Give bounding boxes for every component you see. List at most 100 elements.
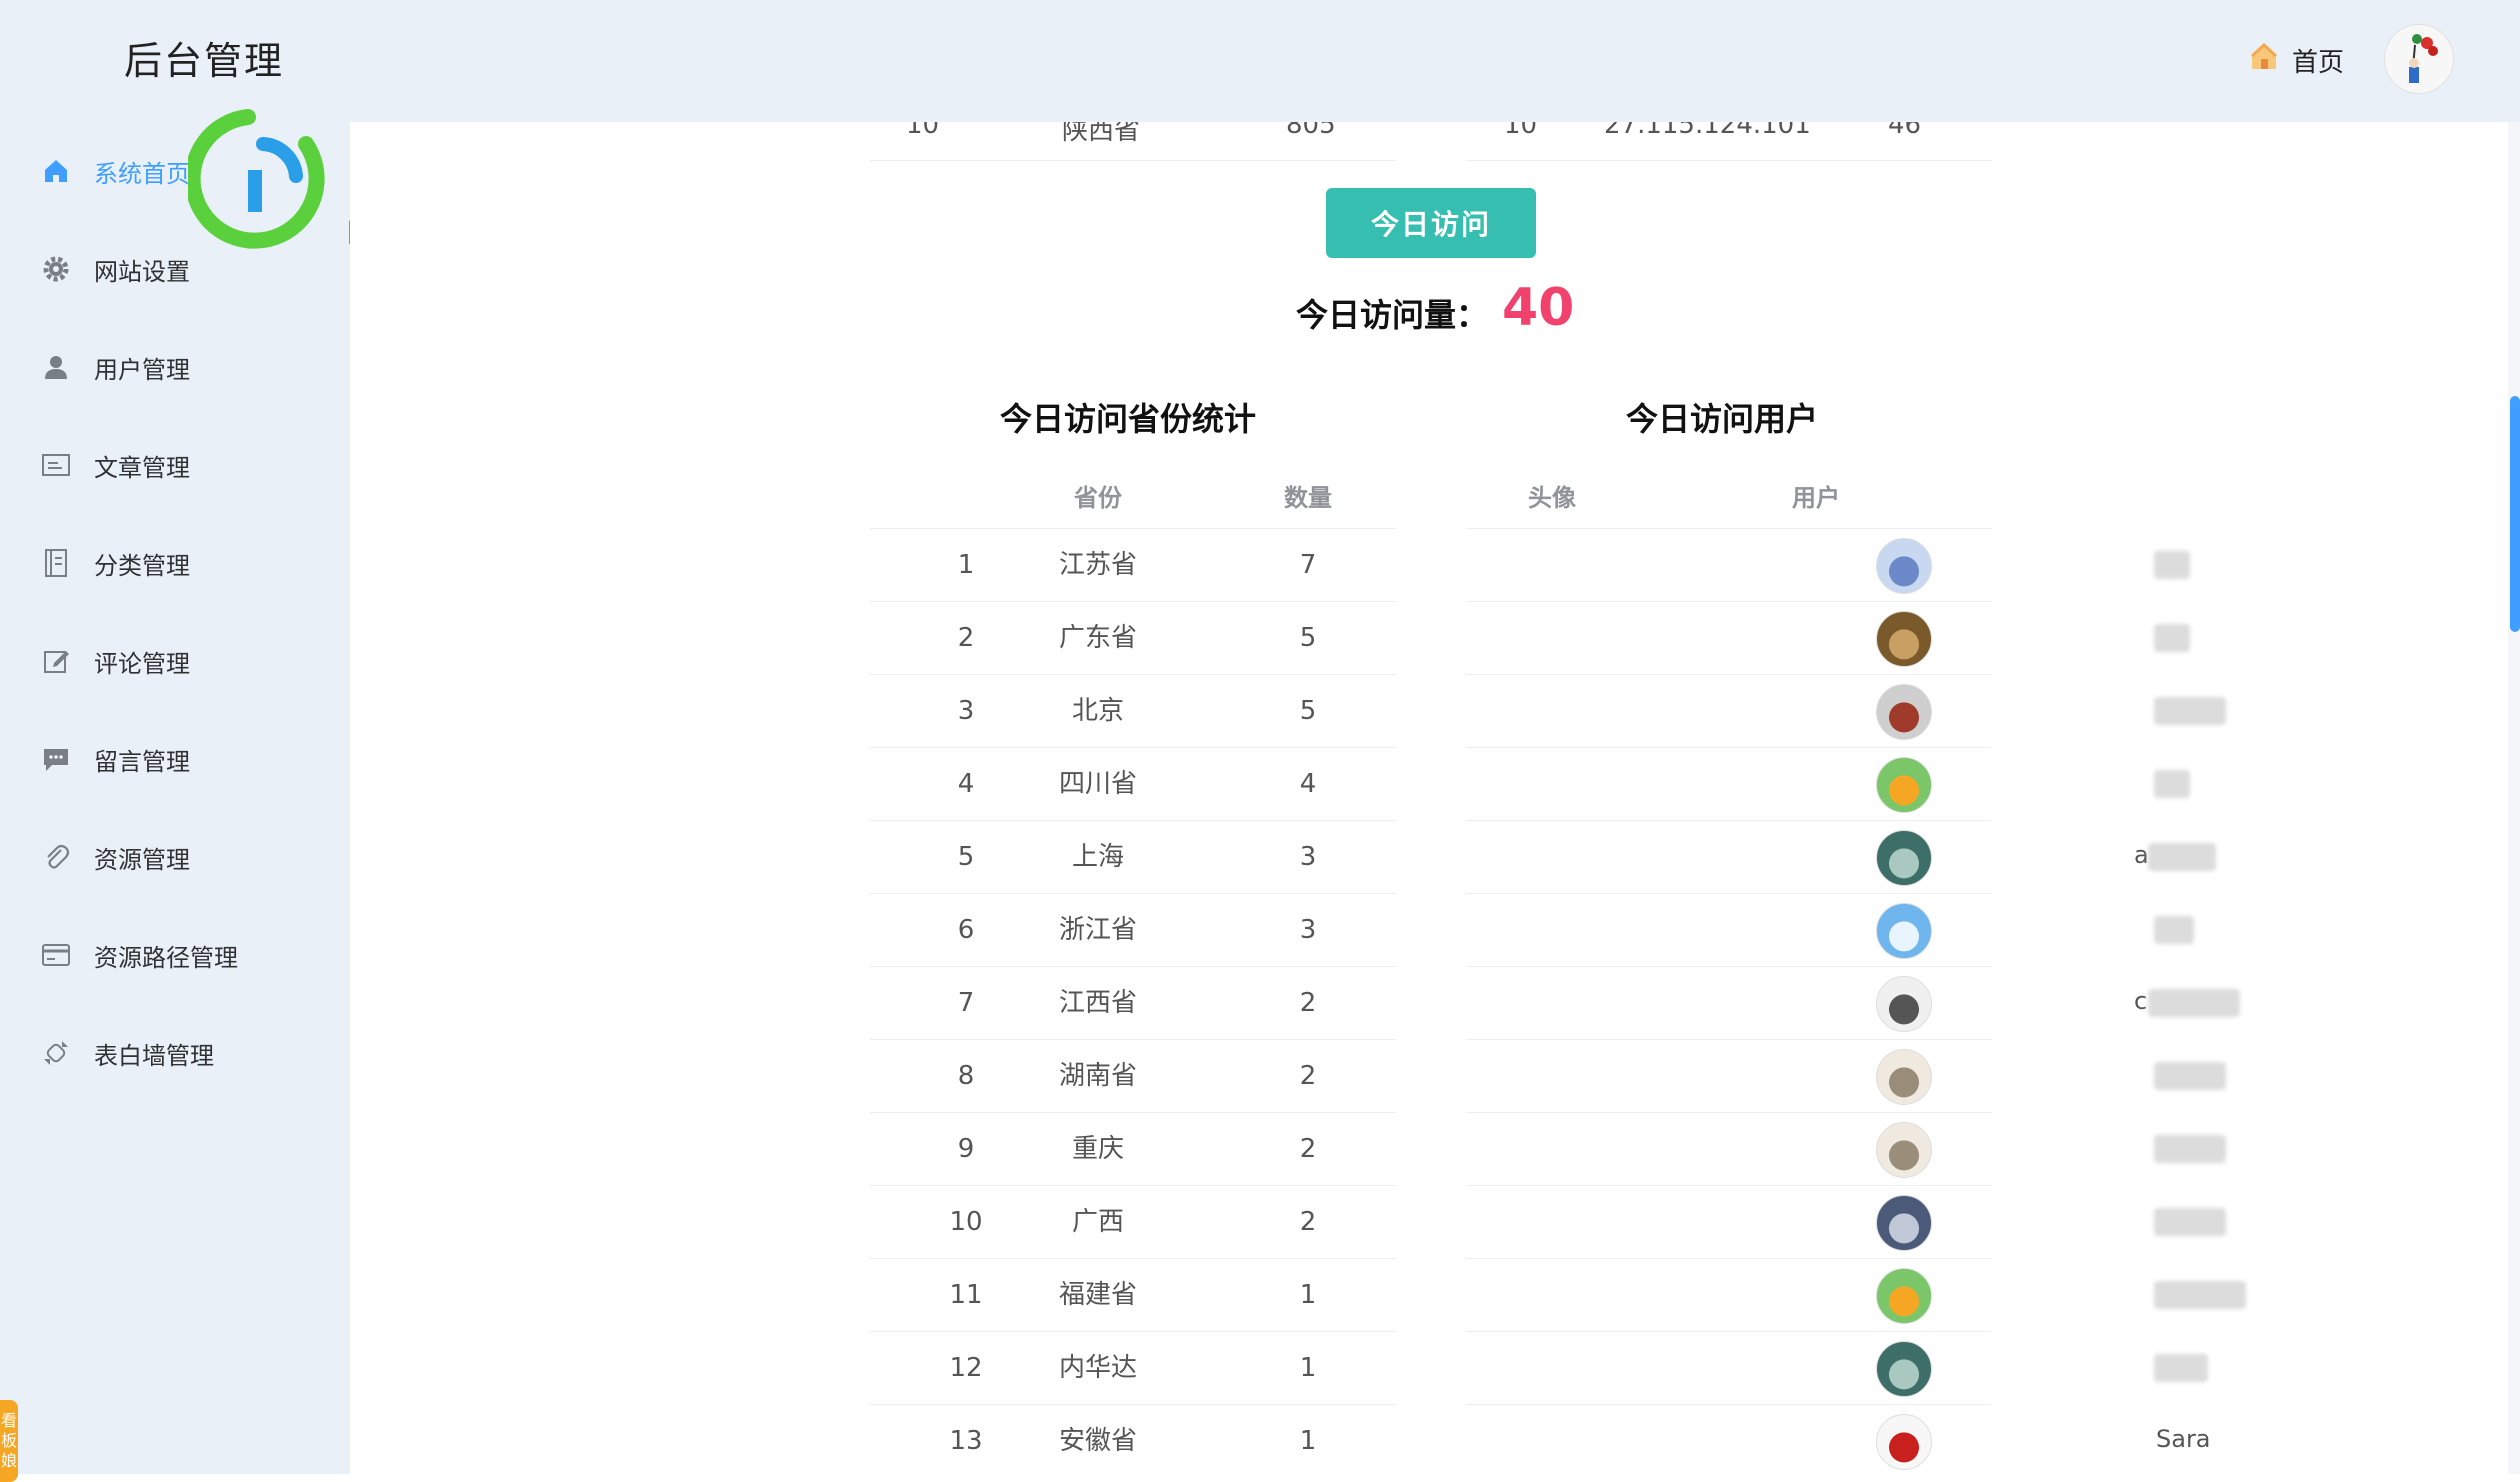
row-province: 安徽省 — [1058, 1426, 1137, 1456]
table-row: 3 北京 5 — [870, 675, 1396, 748]
row-province: 江苏省 — [1058, 550, 1137, 580]
mosaic-blur — [2154, 770, 2190, 798]
sidebar-item-articles[interactable]: 文章管理 — [0, 435, 350, 495]
row-rank: 13 — [949, 1426, 983, 1456]
mosaic-blur — [2154, 916, 2194, 944]
user-avatar-thumb — [1876, 1049, 1932, 1105]
sidebar-item-resources[interactable]: 资源管理 — [0, 827, 350, 887]
prev-row-ip: 27.115.124.101 — [1604, 122, 1811, 140]
prev-row-ip-count: 46 — [1888, 122, 1922, 140]
mosaic-blur — [2154, 1135, 2226, 1163]
table-row: 10 广西 2 — [870, 1186, 1396, 1259]
user-avatar-thumb — [1876, 976, 1932, 1032]
row-count: 2 — [1299, 1134, 1317, 1164]
sidebar: 系统首页 网站设置 用户管理 文章管理 分类管理 评论管理 留言管理 资源管理 … — [0, 122, 350, 1482]
sidebar-item-users[interactable]: 用户管理 — [0, 337, 350, 397]
row-province: 内华达 — [1058, 1353, 1137, 1383]
paperclip-icon — [40, 841, 72, 873]
table-row: 8 湖南省 2 — [870, 1040, 1396, 1113]
sidebar-item-label: 资源路径管理 — [94, 943, 238, 972]
user-avatar-thumb — [1876, 1122, 1932, 1178]
row-count: 5 — [1299, 696, 1317, 726]
mosaic-blur — [2148, 843, 2216, 871]
row-rank: 12 — [949, 1353, 983, 1383]
row-count: 7 — [1299, 550, 1317, 580]
mosaic-blur — [2154, 1281, 2246, 1309]
table-row: 2 广东省 5 — [870, 602, 1396, 675]
article-icon — [40, 449, 72, 481]
mosaic-blur — [2154, 624, 2190, 652]
sidebar-item-label: 留言管理 — [94, 747, 190, 776]
sidebar-item-messages[interactable]: 留言管理 — [0, 729, 350, 789]
table-row: 9 重庆 2 — [870, 1113, 1396, 1186]
live2d-side-tab[interactable]: 看 板 娘 — [0, 1400, 18, 1482]
row-count: 2 — [1299, 1061, 1317, 1091]
row-rank: 6 — [957, 915, 975, 945]
table-row — [1466, 1259, 2246, 1332]
user-avatar-thumb — [1876, 1341, 1932, 1397]
table-row — [1466, 1113, 2226, 1186]
prev-row-rank-right: 10 — [1504, 122, 1538, 140]
table-row: 13 安徽省 1 — [870, 1405, 1396, 1474]
scrollbar-thumb[interactable] — [2510, 396, 2520, 632]
prev-row-rank: 10 — [906, 122, 940, 140]
row-province: 浙江省 — [1058, 915, 1137, 945]
user-avatar-thumb — [1876, 611, 1932, 667]
sidebar-item-site-settings[interactable]: 网站设置 — [0, 239, 350, 299]
sidebar-item-label: 分类管理 — [94, 551, 190, 580]
sidebar-item-categories[interactable]: 分类管理 — [0, 533, 350, 593]
card-icon — [40, 939, 72, 971]
table-row: a — [1466, 821, 2216, 894]
row-province: 广东省 — [1058, 623, 1137, 653]
row-province: 上海 — [1071, 842, 1124, 872]
row-count: 4 — [1299, 769, 1317, 799]
mosaic-blur — [2154, 697, 2226, 725]
row-province: 北京 — [1071, 696, 1124, 726]
user-avatar-thumb — [1876, 757, 1932, 813]
scrollbar-track[interactable] — [2508, 122, 2520, 1474]
row-rank: 11 — [949, 1280, 983, 1310]
sidebar-item-home[interactable]: 系统首页 — [0, 141, 350, 201]
sidebar-item-resource-paths[interactable]: 资源路径管理 — [0, 925, 350, 985]
mosaic-blur — [2154, 1062, 2226, 1090]
top-header: 后台管理 首页 — [0, 0, 2520, 122]
user-avatar-thumb — [1876, 1195, 1932, 1251]
today-visits-button[interactable]: 今日访问 — [1326, 188, 1536, 258]
app-title: 后台管理 — [124, 39, 285, 83]
sidebar-item-confession-wall[interactable]: 表白墙管理 — [0, 1023, 350, 1083]
table-row: 12 内华达 1 — [870, 1332, 1396, 1405]
row-province: 广西 — [1071, 1207, 1124, 1237]
mosaic-blur — [2148, 989, 2240, 1017]
row-province: 江西省 — [1058, 988, 1137, 1018]
table-row — [1466, 675, 2226, 748]
home-label: 首页 — [2292, 47, 2345, 78]
gear-icon — [40, 253, 72, 285]
table-row: 4 四川省 4 — [870, 748, 1396, 821]
edit-icon — [40, 645, 72, 677]
sidebar-item-label: 网站设置 — [94, 257, 190, 286]
user-icon — [40, 351, 72, 383]
user-avatar[interactable] — [2384, 24, 2454, 94]
table-row — [1466, 894, 2194, 967]
row-count: 3 — [1299, 915, 1317, 945]
mosaic-blur — [2154, 551, 2190, 579]
table-row: 1 江苏省 7 — [870, 529, 1396, 602]
user-avatar-thumb — [1876, 830, 1932, 886]
table-row: Sara — [1466, 1405, 2211, 1474]
row-rank: 7 — [957, 988, 975, 1018]
table-row: 6 浙江省 3 — [870, 894, 1396, 967]
divider — [870, 160, 1396, 161]
user-avatar-thumb — [1876, 903, 1932, 959]
row-rank: 9 — [957, 1134, 975, 1164]
row-rank: 8 — [957, 1061, 975, 1091]
row-count: 5 — [1299, 623, 1317, 653]
table-row — [1466, 1332, 2208, 1405]
row-rank: 10 — [949, 1207, 983, 1237]
main-content: 10 陕西省 805 10 27.115.124.101 46 今日访问 今日访… — [350, 122, 2508, 1474]
user-name: a — [2134, 841, 2149, 869]
row-count: 2 — [1299, 988, 1317, 1018]
home-link[interactable]: 首页 — [2248, 42, 2344, 78]
row-province: 湖南省 — [1058, 1061, 1137, 1091]
row-count: 1 — [1299, 1353, 1317, 1383]
sidebar-item-comments[interactable]: 评论管理 — [0, 631, 350, 691]
